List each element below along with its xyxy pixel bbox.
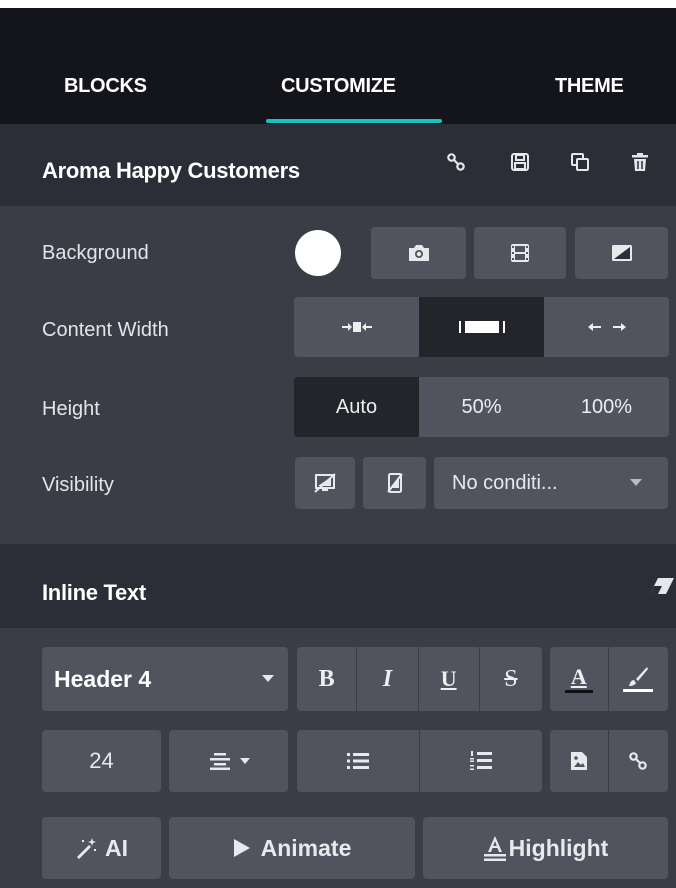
duplicate-icon[interactable] <box>570 152 590 172</box>
active-tab-indicator <box>266 119 442 123</box>
full-width-icon <box>587 323 626 331</box>
tab-blocks[interactable]: BLOCKS <box>64 75 147 98</box>
film-icon <box>511 244 529 262</box>
chevron-down-icon <box>630 479 642 486</box>
text-color-group: A <box>550 647 668 711</box>
visibility-condition-value: No conditi... <box>452 471 558 494</box>
highlight-icon <box>483 836 506 861</box>
editor-tabs: BLOCKS CUSTOMIZE THEME <box>0 8 676 124</box>
narrow-width-icon <box>341 322 372 332</box>
play-icon <box>233 839 250 857</box>
content-width-narrow[interactable] <box>294 297 419 357</box>
gradient-icon <box>611 245 632 261</box>
text-format-group: B I U S <box>297 647 542 711</box>
font-color-button[interactable]: A <box>550 647 609 711</box>
top-strip <box>0 0 676 8</box>
trash-icon[interactable] <box>630 152 650 172</box>
insert-link-button[interactable] <box>608 730 668 792</box>
snippet-header: Aroma Happy Customers <box>0 124 676 206</box>
magic-wand-icon <box>77 838 96 859</box>
content-width-selector <box>294 297 669 357</box>
strikethrough-button[interactable]: S <box>479 647 542 711</box>
bullet-list-icon <box>346 753 369 769</box>
underline-button[interactable]: U <box>418 647 480 711</box>
ai-button[interactable]: AI <box>42 817 161 879</box>
inline-text-header: Inline Text <box>0 544 676 628</box>
height-50-option[interactable]: 50% <box>419 377 544 437</box>
chevron-down-icon <box>239 757 250 764</box>
numbered-list-icon <box>469 751 492 770</box>
numbered-list-button[interactable] <box>419 730 542 792</box>
text-align-dropdown[interactable] <box>169 730 288 792</box>
content-width-label: Content Width <box>42 319 169 341</box>
bullet-list-button[interactable] <box>297 730 420 792</box>
tab-theme[interactable]: THEME <box>555 75 624 98</box>
eraser-icon[interactable] <box>648 576 676 596</box>
regular-width-icon <box>458 321 505 333</box>
chevron-down-icon <box>262 675 274 682</box>
hide-on-mobile-button[interactable] <box>363 457 426 509</box>
background-label: Background <box>42 242 149 264</box>
highlight-color-button[interactable] <box>608 647 668 711</box>
inline-text-title: Inline Text <box>42 580 146 605</box>
camera-icon <box>408 245 429 261</box>
image-icon <box>570 752 587 770</box>
tab-customize[interactable]: CUSTOMIZE <box>281 75 396 98</box>
desktop-hidden-icon <box>314 473 336 493</box>
visibility-label: Visibility <box>42 474 114 496</box>
save-icon[interactable] <box>510 152 530 172</box>
align-center-icon <box>209 753 230 770</box>
insert-group <box>550 730 668 792</box>
visibility-condition-select[interactable]: No conditi... <box>434 457 668 509</box>
content-width-regular[interactable] <box>419 297 544 357</box>
highlight-button[interactable]: Highlight <box>423 817 668 879</box>
ai-label: AI <box>105 834 128 861</box>
height-selector: Auto 50% 100% <box>294 377 669 437</box>
bold-button[interactable]: B <box>297 647 358 711</box>
mobile-hidden-icon <box>386 473 403 493</box>
content-width-full[interactable] <box>544 297 669 357</box>
link-icon <box>629 752 648 770</box>
background-color-swatch[interactable] <box>295 230 341 276</box>
animate-button[interactable]: Animate <box>169 817 415 879</box>
height-100-option[interactable]: 100% <box>544 377 669 437</box>
text-style-value: Header 4 <box>54 665 152 692</box>
background-gradient-button[interactable] <box>575 227 668 279</box>
font-color-letter: A <box>570 663 587 689</box>
paint-brush-icon <box>629 667 649 686</box>
font-color-swatch <box>564 689 593 693</box>
link-icon[interactable] <box>446 152 466 172</box>
highlight-label: Highlight <box>508 834 609 861</box>
background-image-button[interactable] <box>371 227 466 279</box>
text-style-select[interactable]: Header 4 <box>42 647 288 711</box>
snippet-title: Aroma Happy Customers <box>42 158 300 183</box>
italic-button[interactable]: I <box>357 647 419 711</box>
hide-on-desktop-button[interactable] <box>295 457 355 509</box>
height-auto-option[interactable]: Auto <box>294 377 419 437</box>
list-group <box>297 730 542 792</box>
height-label: Height <box>42 398 100 420</box>
highlight-color-swatch <box>623 689 654 692</box>
background-video-button[interactable] <box>474 227 566 279</box>
animate-label: Animate <box>260 834 352 861</box>
insert-media-button[interactable] <box>550 730 609 792</box>
font-size-input[interactable]: 24 <box>42 730 161 792</box>
